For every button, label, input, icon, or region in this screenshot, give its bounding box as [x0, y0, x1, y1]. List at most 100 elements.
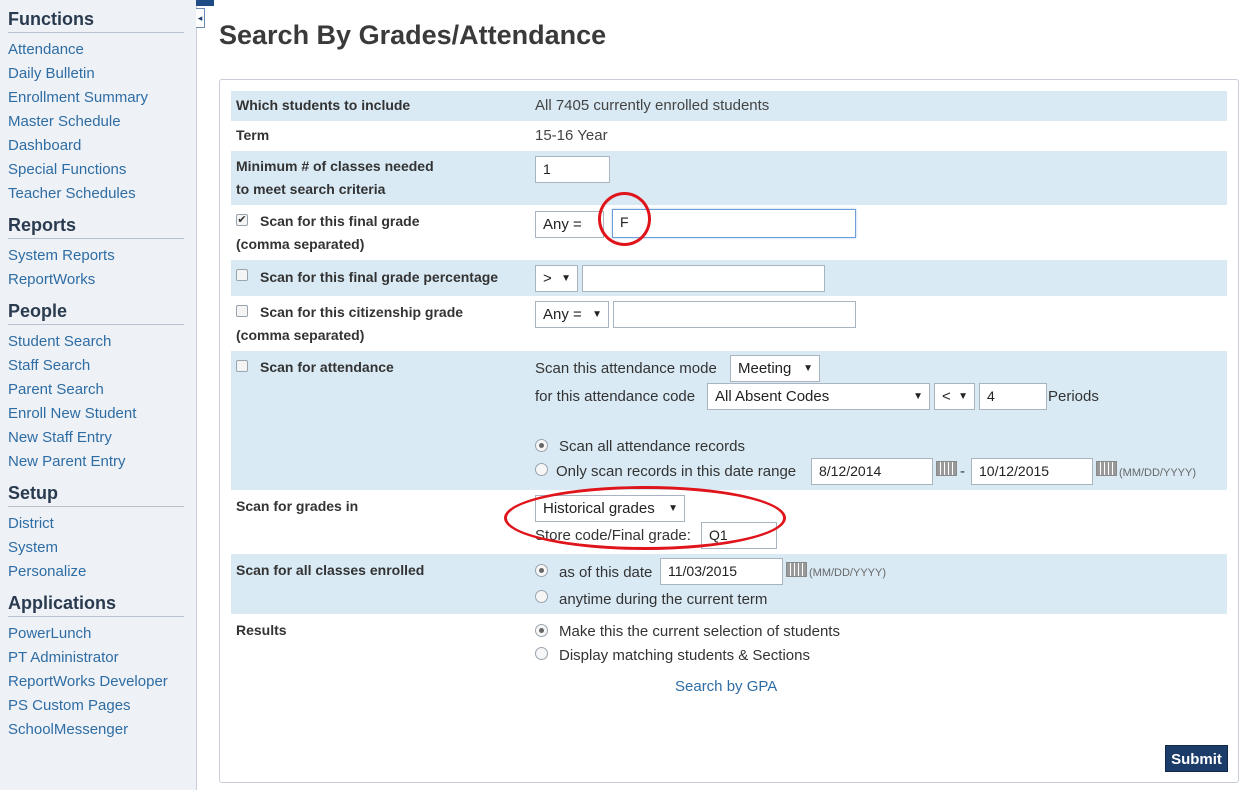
attendance-code-select[interactable]: All Absent Codes ▼	[707, 383, 930, 410]
citizenship-label-1: Scan for this citizenship grade	[260, 304, 464, 320]
row-grades-in: Scan for grades in Historical grades ▼ S…	[231, 490, 1227, 553]
nav-item-daily-bulletin[interactable]: Daily Bulletin	[8, 62, 184, 86]
attendance-mode-select[interactable]: Meeting ▼	[730, 355, 820, 382]
citizenship-operator-select[interactable]: Any = ▼	[535, 301, 609, 328]
as-of-date-radio[interactable]	[535, 564, 548, 577]
final-pct-operator-select[interactable]: > ▼	[535, 265, 578, 292]
chevron-down-icon: ▼	[803, 363, 813, 374]
nav-heading: Reports	[8, 215, 184, 239]
all-records-radio[interactable]	[535, 439, 548, 452]
anytime-radio[interactable]	[535, 590, 548, 603]
row-final-grade: ✔ Scan for this final grade (comma separ…	[231, 205, 1227, 260]
final-grade-operator-select[interactable]: Any =	[535, 211, 604, 238]
row-final-pct: Scan for this final grade percentage > ▼	[231, 260, 1227, 296]
nav-item-reportworks[interactable]: ReportWorks	[8, 268, 184, 292]
nav-heading: Applications	[8, 593, 184, 617]
nav-item-new-parent-entry[interactable]: New Parent Entry	[8, 450, 184, 474]
nav-item-master-schedule[interactable]: Master Schedule	[8, 110, 184, 134]
row-attendance: Scan for attendance Scan this attendance…	[231, 351, 1227, 490]
row-citizenship: Scan for this citizenship grade (comma s…	[231, 296, 1227, 351]
chevron-down-icon: ▼	[913, 391, 923, 402]
nav-item-ps-custom-pages[interactable]: PS Custom Pages	[8, 694, 184, 718]
include-label: Which students to include	[236, 97, 411, 113]
min-classes-label-1: Minimum # of classes needed	[236, 158, 434, 174]
chevron-down-icon: ▼	[668, 503, 678, 514]
collapse-sidebar-icon[interactable]: ◂	[196, 8, 205, 28]
attendance-code-label: for this attendance code	[535, 388, 696, 405]
nav-item-parent-search[interactable]: Parent Search	[8, 378, 184, 402]
row-min-classes: Minimum # of classes needed to meet sear…	[231, 151, 1227, 205]
final-pct-input[interactable]	[582, 265, 825, 292]
nav-item-enroll-new-student[interactable]: Enroll New Student	[8, 402, 184, 426]
date-format-hint: (MM/DD/YYYY)	[809, 567, 886, 579]
sidebar: Functions Attendance Daily Bulletin Enro…	[0, 0, 197, 790]
min-classes-input[interactable]: 1	[535, 156, 610, 183]
date-to-input[interactable]: 10/12/2015	[971, 458, 1093, 485]
nav-item-pt-administrator[interactable]: PT Administrator	[8, 646, 184, 670]
store-code-label: Store code/Final grade:	[535, 527, 691, 544]
calendar-icon[interactable]	[1096, 461, 1117, 476]
search-by-gpa-link[interactable]: Search by GPA	[675, 678, 777, 695]
nav-item-system[interactable]: System	[8, 536, 184, 560]
nav-item-special-functions[interactable]: Special Functions	[8, 158, 184, 182]
current-selection-label: Make this the current selection of stude…	[559, 623, 840, 640]
attendance-label: Scan for attendance	[260, 359, 394, 375]
search-form: Which students to include All 7405 curre…	[219, 79, 1239, 783]
grades-in-label: Scan for grades in	[236, 498, 359, 514]
date-range-radio[interactable]	[535, 463, 548, 476]
nav-item-district[interactable]: District	[8, 512, 184, 536]
attendance-count-input[interactable]: 4	[979, 383, 1047, 410]
nav-item-schoolmessenger[interactable]: SchoolMessenger	[8, 718, 184, 742]
as-of-date-input[interactable]: 11/03/2015	[660, 558, 783, 585]
collapse-top-bar	[196, 0, 214, 6]
nav-item-enrollment-summary[interactable]: Enrollment Summary	[8, 86, 184, 110]
chevron-down-icon: ▼	[592, 309, 602, 320]
nav-item-student-search[interactable]: Student Search	[8, 330, 184, 354]
nav-item-system-reports[interactable]: System Reports	[8, 244, 184, 268]
nav-heading: Functions	[8, 9, 184, 33]
final-grade-input[interactable]: F	[612, 209, 856, 238]
all-records-label: Scan all attendance records	[559, 438, 745, 455]
attendance-checkbox[interactable]	[236, 360, 248, 372]
store-code-input[interactable]: Q1	[701, 522, 777, 549]
attendance-mode-label: Scan this attendance mode	[535, 360, 717, 377]
chevron-down-icon: ▼	[561, 273, 571, 284]
nav-heading: People	[8, 301, 184, 325]
grades-in-value: Historical grades	[543, 500, 655, 517]
nav-item-staff-search[interactable]: Staff Search	[8, 354, 184, 378]
citizenship-operator-value: Any =	[543, 306, 582, 323]
chevron-down-icon: ▼	[958, 391, 968, 402]
citizenship-input[interactable]	[613, 301, 856, 328]
nav-item-teacher-schedules[interactable]: Teacher Schedules	[8, 182, 184, 206]
date-separator: -	[960, 463, 965, 480]
calendar-icon[interactable]	[786, 562, 807, 577]
date-from-input[interactable]: 8/12/2014	[811, 458, 933, 485]
periods-label: Periods	[1048, 388, 1099, 405]
grades-in-select[interactable]: Historical grades ▼	[535, 495, 685, 522]
citizenship-checkbox[interactable]	[236, 305, 248, 317]
row-include: Which students to include All 7405 curre…	[231, 91, 1227, 121]
nav-item-attendance[interactable]: Attendance	[8, 38, 184, 62]
page-title: Search By Grades/Attendance	[219, 20, 607, 50]
term-value: 15-16 Year	[535, 127, 608, 144]
nav-section-applications: Applications PowerLunch PT Administrator…	[8, 593, 184, 742]
final-grade-label-2: (comma separated)	[236, 236, 365, 252]
final-grade-checkbox[interactable]: ✔	[236, 214, 248, 226]
current-selection-radio[interactable]	[535, 624, 548, 637]
attendance-mode-value: Meeting	[738, 360, 792, 377]
submit-button[interactable]: Submit	[1165, 745, 1228, 772]
nav-item-reportworks-developer[interactable]: ReportWorks Developer	[8, 670, 184, 694]
nav-item-new-staff-entry[interactable]: New Staff Entry	[8, 426, 184, 450]
attendance-code-value: All Absent Codes	[715, 388, 830, 405]
nav-section-people: People Student Search Staff Search Paren…	[8, 301, 184, 474]
attendance-comparator-select[interactable]: < ▼	[934, 383, 975, 410]
date-range-label: Only scan records in this date range	[556, 463, 797, 480]
nav-section-setup: Setup District System Personalize	[8, 483, 184, 584]
nav-item-personalize[interactable]: Personalize	[8, 560, 184, 584]
final-pct-checkbox[interactable]	[236, 269, 248, 281]
nav-item-powerlunch[interactable]: PowerLunch	[8, 622, 184, 646]
all-classes-label: Scan for all classes enrolled	[236, 562, 425, 578]
nav-item-dashboard[interactable]: Dashboard	[8, 134, 184, 158]
calendar-icon[interactable]	[936, 461, 957, 476]
display-matching-radio[interactable]	[535, 647, 548, 660]
